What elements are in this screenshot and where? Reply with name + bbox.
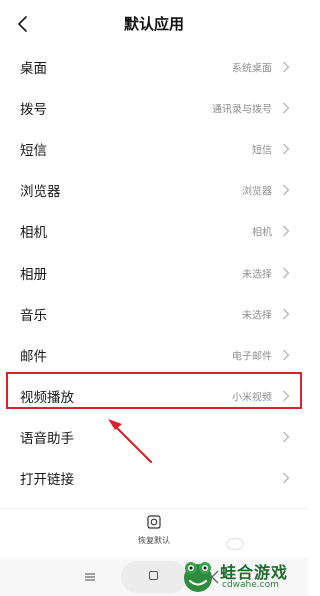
divider <box>0 508 308 509</box>
chevron-right-icon <box>283 308 290 320</box>
row-label: 桌面 <box>20 60 47 77</box>
page-title: 默认应用 <box>123 15 184 33</box>
row-value: 小米视频 <box>232 392 272 404</box>
row-email[interactable]: 邮件 电子邮件 <box>0 334 308 375</box>
row-open-links[interactable]: 打开链接 <box>0 458 308 499</box>
watermark: 蛙合游戏 cdwahe.com <box>180 556 308 596</box>
chevron-right-icon <box>283 61 290 73</box>
row-camera[interactable]: 相机 相机 <box>0 211 308 252</box>
chevron-right-icon <box>283 267 290 278</box>
row-value: 短信 <box>252 145 272 157</box>
row-value: 浏览器 <box>242 186 272 198</box>
restore-icon <box>147 515 161 529</box>
frog-logo-icon <box>184 562 212 592</box>
row-value: 系统桌面 <box>232 63 272 75</box>
row-sms[interactable]: 短信 短信 <box>0 128 308 169</box>
chevron-right-icon <box>283 473 290 484</box>
watermark-domain: cdwahe.com <box>222 580 279 590</box>
chevron-right-icon <box>283 102 290 114</box>
row-value: 未选择 <box>242 310 272 322</box>
row-value: 相机 <box>252 227 272 239</box>
row-gallery[interactable]: 相册 未选择 <box>0 252 308 293</box>
row-music[interactable]: 音乐 未选择 <box>0 293 308 334</box>
row-desktop[interactable]: 桌面 系统桌面 <box>0 46 308 87</box>
decorative-ring <box>226 538 244 550</box>
row-label: 音乐 <box>20 307 47 324</box>
menu-icon[interactable] <box>84 572 96 582</box>
chevron-right-icon <box>283 184 290 196</box>
row-video-player[interactable]: 视频播放 小米视频 <box>0 376 308 417</box>
chevron-right-icon <box>283 431 290 443</box>
row-label: 语音助手 <box>20 431 74 448</box>
row-label: 打开链接 <box>20 472 74 489</box>
row-label: 浏览器 <box>20 184 61 201</box>
row-label: 相机 <box>20 225 47 242</box>
row-value: 通讯录与拨号 <box>212 104 272 116</box>
row-label: 短信 <box>20 142 47 159</box>
row-browser[interactable]: 浏览器 浏览器 <box>0 170 308 211</box>
row-voice-assistant[interactable]: 语音助手 <box>0 417 308 458</box>
row-dialer[interactable]: 拨号 通讯录与拨号 <box>0 87 308 128</box>
restore-defaults-button[interactable]: 恢复默认 <box>124 515 184 551</box>
row-label: 视频播放 <box>20 390 74 407</box>
row-value: 电子邮件 <box>232 351 272 363</box>
chevron-right-icon <box>283 143 290 155</box>
home-button[interactable] <box>121 561 187 593</box>
chevron-right-icon <box>283 390 290 402</box>
header: 默认应用 <box>0 0 308 48</box>
default-apps-list: 桌面 系统桌面 拨号 通讯录与拨号 短信 短信 浏览器 浏览器 相机 相机 相册… <box>0 46 308 499</box>
row-value: 未选择 <box>242 269 272 281</box>
chevron-right-icon <box>283 349 290 361</box>
home-icon <box>149 571 158 580</box>
row-label: 拨号 <box>20 101 47 118</box>
restore-defaults-label: 恢复默认 <box>138 536 170 545</box>
row-label: 邮件 <box>20 348 47 365</box>
chevron-right-icon <box>283 225 290 237</box>
row-label: 相册 <box>20 266 47 283</box>
